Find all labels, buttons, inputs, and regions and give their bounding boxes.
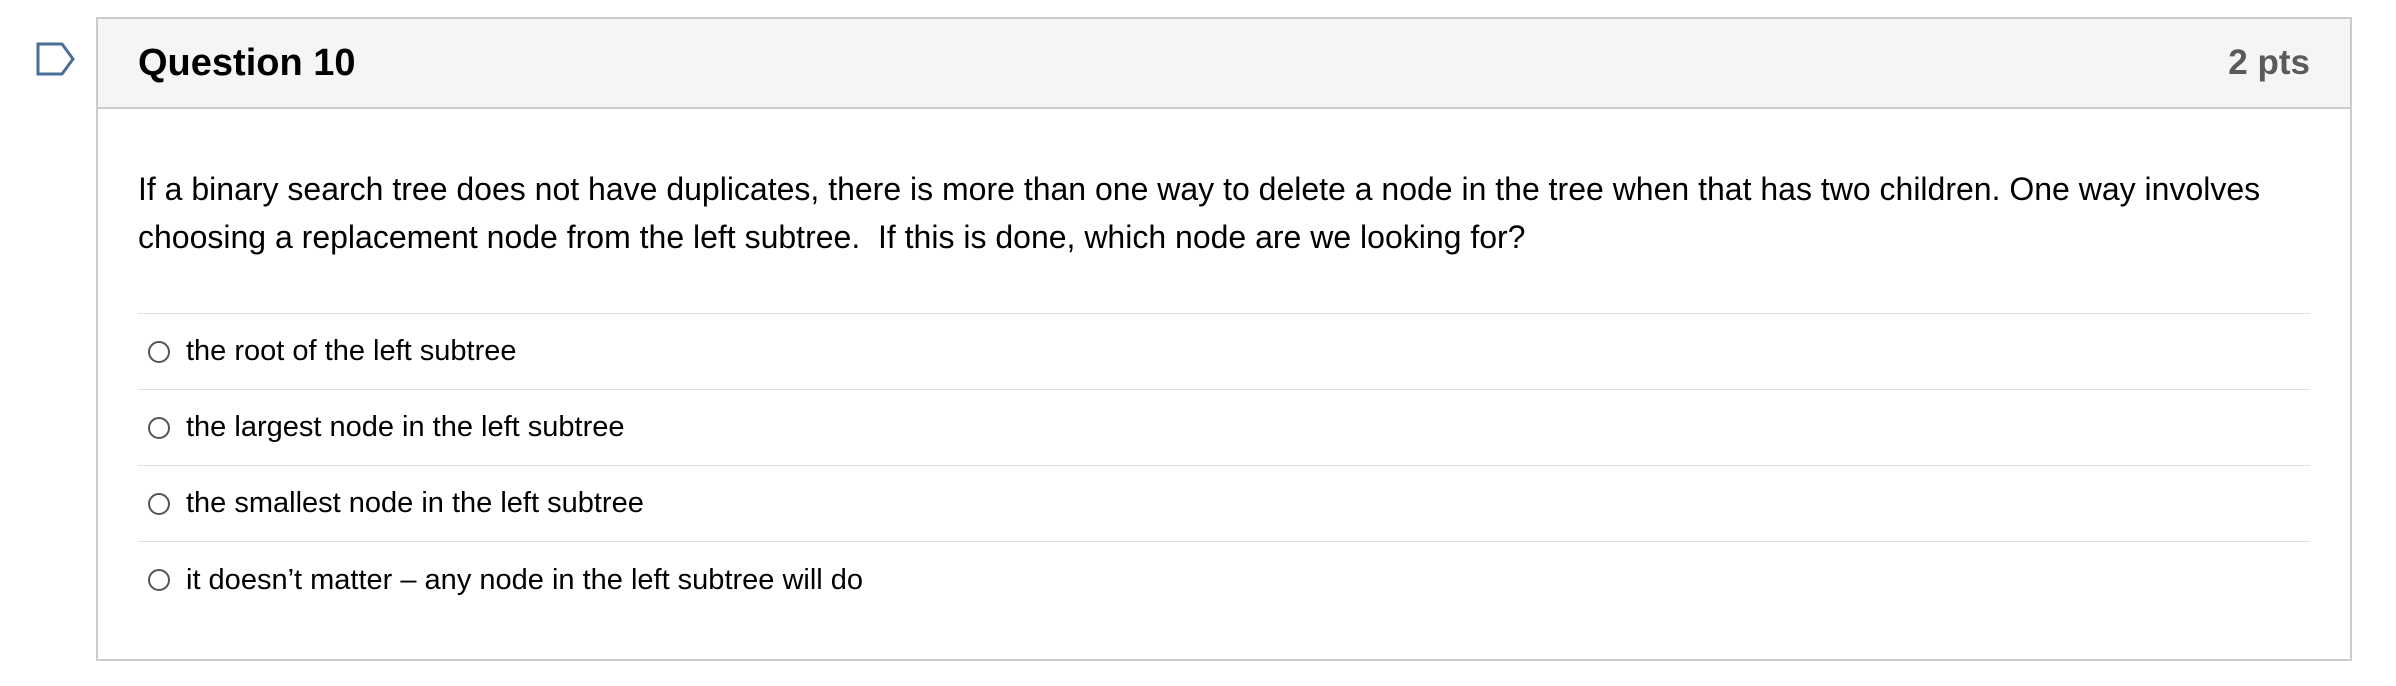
answer-option[interactable]: the smallest node in the left subtree [138,466,2310,542]
flag-question-icon[interactable] [36,42,76,76]
answer-list: the root of the left subtree the largest… [138,313,2310,618]
answer-option[interactable]: it doesn’t matter – any node in the left… [138,542,2310,618]
flag-shape [36,42,75,76]
answer-option[interactable]: the largest node in the left subtree [138,390,2310,466]
question-text: If a binary search tree does not have du… [138,171,2270,255]
answer-option[interactable]: the root of the left subtree [138,314,2310,390]
radio-button[interactable] [148,340,170,363]
radio-button[interactable] [148,416,170,439]
question-title: Question 10 [138,41,356,84]
answer-label: the smallest node in the left subtree [186,487,644,519]
answer-label: the root of the left subtree [186,335,517,367]
radio-button[interactable] [148,569,170,591]
question-body: If a binary search tree does not have du… [98,109,2350,618]
question-card: Question 10 2 pts If a binary search tre… [96,17,2352,661]
question-header: Question 10 2 pts [98,19,2350,109]
answer-label: the largest node in the left subtree [186,411,625,443]
radio-button[interactable] [148,492,170,515]
answer-label: it doesn’t matter – any node in the left… [186,563,864,596]
question-points: 2 pts [2228,43,2310,82]
